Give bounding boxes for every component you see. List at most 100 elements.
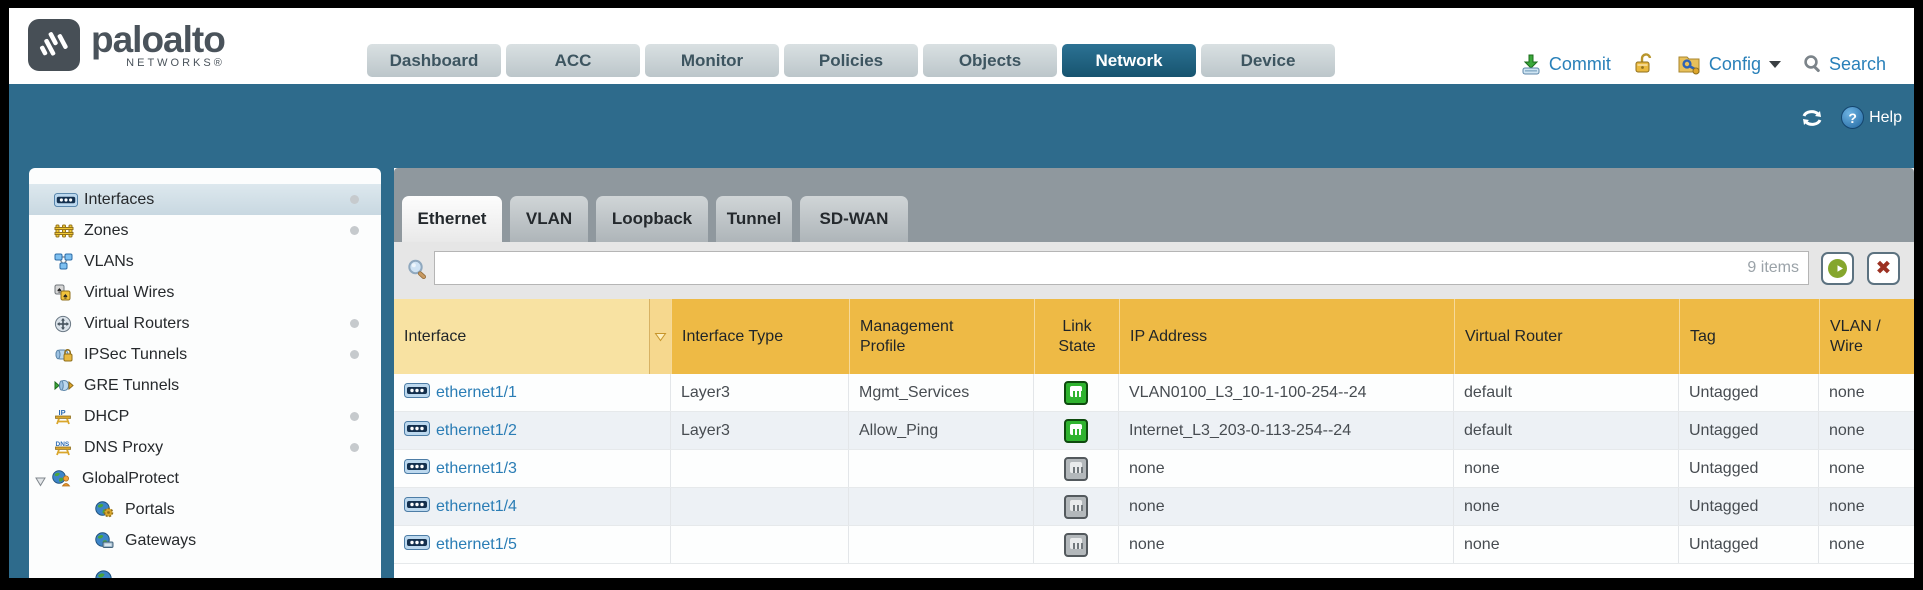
sidebar-item-gateways[interactable]: Gateways <box>29 525 381 556</box>
item-dot <box>350 195 359 204</box>
interface-link[interactable]: ethernet1/2 <box>436 422 517 440</box>
config-label: Config <box>1709 54 1761 75</box>
cell-virtual-router: default <box>1454 412 1679 449</box>
filter-search-icon <box>406 258 430 287</box>
sidebar-item-virtual-routers[interactable]: Virtual Routers <box>29 308 381 339</box>
tab-tunnel[interactable]: Tunnel <box>716 196 792 242</box>
commit-icon <box>1519 52 1543 76</box>
svg-text:♠: ♠ <box>63 291 68 300</box>
search-button[interactable]: Search <box>1803 54 1886 75</box>
sidebar-item-label: Portals <box>125 501 175 519</box>
lock-button[interactable] <box>1633 53 1655 75</box>
help-button[interactable]: ? Help <box>1841 106 1902 129</box>
link-state-icon <box>1064 381 1088 405</box>
column-header-tag[interactable]: Tag <box>1679 299 1819 374</box>
tab-dashboard[interactable]: Dashboard <box>367 44 501 77</box>
clipped-globe-icon <box>95 570 121 578</box>
sidebar-item-portals[interactable]: Portals <box>29 494 381 525</box>
filter-toolbar: 9 items ✖ <box>394 242 1914 299</box>
sidebar-item-zones[interactable]: Zones <box>29 215 381 246</box>
item-dot <box>350 350 359 359</box>
sidebar-item-dns-proxy[interactable]: DNS DNS Proxy <box>29 432 381 463</box>
sidebar-item-label: Zones <box>84 222 128 240</box>
sidebar-item-globalprotect[interactable]: GlobalProtect <box>29 463 381 494</box>
cell-ip-address: VLAN0100_L3_10-1-100-254--24 <box>1119 374 1454 411</box>
sidebar-item-label: Virtual Routers <box>84 315 190 333</box>
sidebar-item-gre-tunnels[interactable]: GRE Tunnels <box>29 370 381 401</box>
sidebar-item-virtual-wires[interactable]: ♠ ♠ Virtual Wires <box>29 277 381 308</box>
commit-button[interactable]: Commit <box>1519 52 1611 76</box>
cell-management-profile: Allow_Ping <box>849 412 1034 449</box>
tab-sdwan[interactable]: SD-WAN <box>800 196 908 242</box>
column-header-interface-type[interactable]: Interface Type <box>671 299 849 374</box>
cell-interface-type <box>671 488 849 525</box>
status-row: ? Help <box>1799 106 1902 129</box>
table-header: Interface Interface Type Management Prof… <box>394 299 1914 374</box>
cell-ip-address: none <box>1119 450 1454 487</box>
logo-text: paloalto <box>91 21 225 59</box>
cell-ip-address: none <box>1119 488 1454 525</box>
main-panel: Ethernet VLAN Loopback Tunnel SD-WAN 9 i… <box>394 168 1914 578</box>
interface-link[interactable]: ethernet1/4 <box>436 498 517 516</box>
sidebar-item-vlans[interactable]: VLANs <box>29 246 381 277</box>
top-utilities: Commit Config <box>1519 48 1886 80</box>
cell-ip-address: none <box>1119 526 1454 563</box>
cell-tag: Untagged <box>1679 488 1819 525</box>
app-window: paloalto NETWORKS® Dashboard ACC Monitor… <box>9 8 1914 578</box>
table-row[interactable]: ethernet1/1 Layer3 Mgmt_Services VLAN010… <box>394 374 1914 412</box>
tab-acc[interactable]: ACC <box>506 44 640 77</box>
tab-policies[interactable]: Policies <box>784 44 918 77</box>
sidebar-item-label: Interfaces <box>84 191 154 209</box>
tab-vlan[interactable]: VLAN <box>510 196 588 242</box>
close-icon: ✖ <box>1876 259 1892 278</box>
column-header-management-profile[interactable]: Management Profile <box>849 299 1034 374</box>
cell-tag: Untagged <box>1679 450 1819 487</box>
table-row[interactable]: ethernet1/4 none none Untagged none <box>394 488 1914 526</box>
cell-virtual-router: none <box>1454 526 1679 563</box>
cell-management-profile: Mgmt_Services <box>849 374 1034 411</box>
config-menu-button[interactable]: Config <box>1677 52 1781 76</box>
sidebar-item-dhcp[interactable]: IP DHCP <box>29 401 381 432</box>
sidebar-item-interfaces[interactable]: Interfaces <box>29 184 381 215</box>
interface-link[interactable]: ethernet1/3 <box>436 460 517 478</box>
interface-link[interactable]: ethernet1/1 <box>436 384 517 402</box>
tab-objects[interactable]: Objects <box>923 44 1057 77</box>
sidebar-item-ipsec-tunnels[interactable]: IPSec Tunnels <box>29 339 381 370</box>
table-row[interactable]: ethernet1/5 none none Untagged none <box>394 526 1914 564</box>
refresh-icon[interactable] <box>1799 107 1825 129</box>
apply-filter-button[interactable] <box>1821 252 1854 285</box>
dns-proxy-icon: DNS <box>54 439 80 457</box>
column-header-ip-address[interactable]: IP Address <box>1119 299 1454 374</box>
column-header-virtual-router[interactable]: Virtual Router <box>1454 299 1679 374</box>
cell-interface-type <box>671 450 849 487</box>
tab-monitor[interactable]: Monitor <box>645 44 779 77</box>
sidebar-item-label: DNS Proxy <box>84 439 163 457</box>
tab-ethernet[interactable]: Ethernet <box>402 196 502 242</box>
interface-link[interactable]: ethernet1/5 <box>436 536 517 554</box>
cell-vlan-wire: none <box>1819 526 1907 563</box>
column-header-interface[interactable]: Interface <box>394 299 649 374</box>
cell-ip-address: Internet_L3_203-0-113-254--24 <box>1119 412 1454 449</box>
tab-network[interactable]: Network <box>1062 44 1196 77</box>
expander-triangle-icon[interactable] <box>35 474 46 492</box>
clear-filter-button[interactable]: ✖ <box>1867 252 1900 285</box>
cell-tag: Untagged <box>1679 412 1819 449</box>
link-state-icon <box>1064 495 1088 519</box>
cell-interface-type: Layer3 <box>671 374 849 411</box>
column-menu-button[interactable] <box>649 299 671 374</box>
cell-virtual-router: default <box>1454 374 1679 411</box>
sidebar-item-label: DHCP <box>84 408 129 426</box>
table-row[interactable]: ethernet1/2 Layer3 Allow_Ping Internet_L… <box>394 412 1914 450</box>
tab-loopback[interactable]: Loopback <box>596 196 708 242</box>
filter-input[interactable] <box>435 252 1747 284</box>
column-header-vlan-wire[interactable]: VLAN / Wire <box>1819 299 1907 374</box>
paloalto-logo-icon <box>27 18 81 72</box>
virtual-routers-icon <box>54 315 80 333</box>
ethernet-interface-icon <box>404 421 430 441</box>
interfaces-icon <box>54 193 80 207</box>
column-header-link-state[interactable]: Link State <box>1034 299 1119 374</box>
ethernet-interface-icon <box>404 383 430 403</box>
table-row[interactable]: ethernet1/3 none none Untagged none <box>394 450 1914 488</box>
green-arrow-icon <box>1827 258 1848 279</box>
tab-device[interactable]: Device <box>1201 44 1335 77</box>
